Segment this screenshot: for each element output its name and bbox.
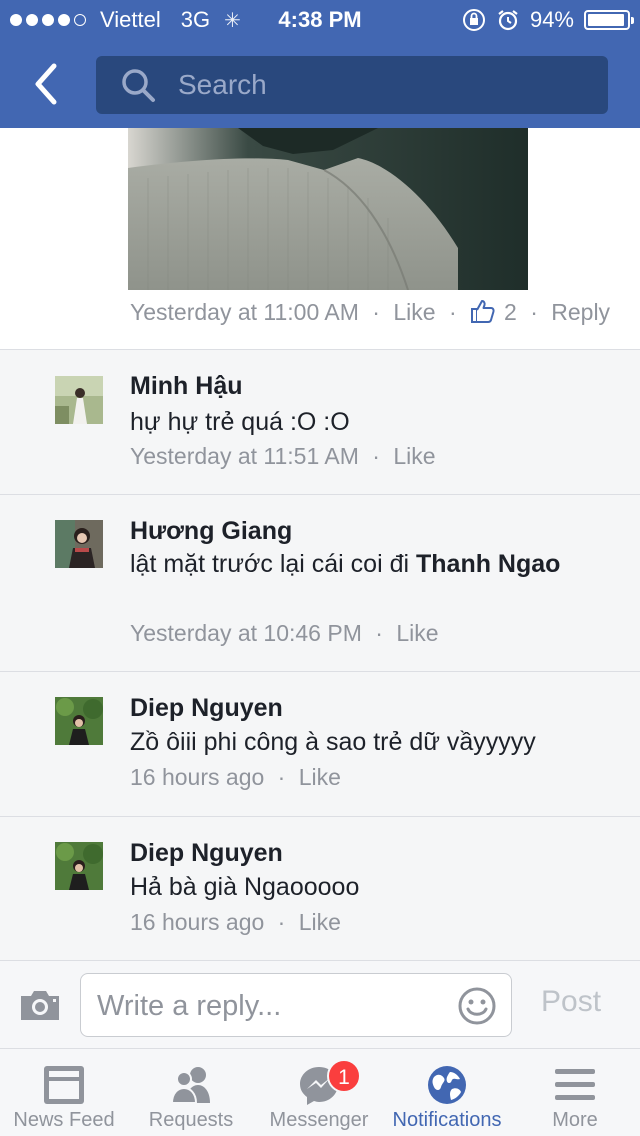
like-link[interactable]: Like xyxy=(393,299,435,325)
parent-comment-footer: Yesterday at 11:00 AM · Like · 2 · Reply xyxy=(0,128,640,350)
comment-timestamp: 16 hours ago xyxy=(130,909,265,935)
chevron-left-icon xyxy=(35,63,57,105)
back-button[interactable] xyxy=(26,58,66,110)
tab-label: News Feed xyxy=(13,1109,115,1131)
like-link[interactable]: Like xyxy=(299,764,341,790)
comment-timestamp: Yesterday at 11:51 AM xyxy=(130,443,359,469)
alarm-icon xyxy=(498,10,518,31)
avatar[interactable] xyxy=(55,697,103,745)
tab-label: More xyxy=(552,1109,598,1131)
comment-photo[interactable] xyxy=(128,128,528,290)
comment-timestamp: 16 hours ago xyxy=(130,764,265,790)
tab-messenger[interactable]: 1 Messenger xyxy=(255,1049,383,1136)
avatar[interactable] xyxy=(55,520,103,568)
camera-button[interactable] xyxy=(18,987,62,1023)
commenter-name[interactable]: Minh Hậu xyxy=(130,372,243,401)
camera-icon xyxy=(21,991,59,1020)
meta-separator: · xyxy=(277,764,286,790)
like-link[interactable]: Like xyxy=(396,620,438,646)
comment-meta: 16 hours ago · Like xyxy=(130,909,341,936)
tab-notifications[interactable]: Notifications xyxy=(383,1049,511,1136)
meta-separator: · xyxy=(530,299,538,325)
post-meta: Yesterday at 11:00 AM · Like · 2 · Reply xyxy=(130,298,610,326)
comment-text: Zồ ôiii phi công à sao trẻ dữ vầyyyyy xyxy=(130,728,536,756)
like-link[interactable]: Like xyxy=(299,909,341,935)
orientation-lock-icon xyxy=(462,9,485,31)
meta-separator: · xyxy=(372,299,380,325)
battery-icon xyxy=(584,10,634,30)
meta-separator: · xyxy=(372,443,380,469)
globe-icon xyxy=(428,1066,466,1104)
avatar[interactable] xyxy=(55,842,103,890)
commenter-name[interactable]: Hương Giang xyxy=(130,517,292,546)
commenter-name[interactable]: Diep Nguyen xyxy=(130,839,283,868)
meta-separator: · xyxy=(277,909,286,935)
reply-item: Diep Nguyen Hả bà già Ngaooooo 16 hours … xyxy=(0,817,640,960)
status-right: 94% xyxy=(462,7,634,33)
reply-input[interactable] xyxy=(97,986,447,1026)
tab-news-feed[interactable]: News Feed xyxy=(0,1049,128,1136)
avatar[interactable] xyxy=(55,376,103,424)
comment-meta: Yesterday at 11:51 AM · Like xyxy=(130,443,436,470)
news-feed-icon xyxy=(44,1066,84,1104)
unread-badge: 1 xyxy=(327,1059,361,1093)
battery-fill xyxy=(588,14,624,26)
top-bar: Viettel 3G ✳ 4:38 PM 94% xyxy=(0,0,640,128)
mention-link[interactable]: Thanh Ngao xyxy=(416,550,560,578)
status-bar: Viettel 3G ✳ 4:38 PM 94% xyxy=(0,0,640,40)
tab-requests[interactable]: Requests xyxy=(127,1049,255,1136)
tab-label: Messenger xyxy=(269,1109,369,1131)
menu-icon xyxy=(555,1069,595,1100)
comment-text: Hả bà già Ngaooooo xyxy=(130,873,360,901)
reply-item: Diep Nguyen Zồ ôiii phi công à sao trẻ d… xyxy=(0,672,640,817)
comment-meta: Yesterday at 10:46 PM · Like xyxy=(130,620,439,647)
friend-requests-icon xyxy=(170,1067,210,1104)
sweater-photo-image xyxy=(128,128,528,290)
reply-input-box[interactable] xyxy=(80,973,512,1037)
reply-item: Minh Hậu hự hự trẻ quá :O :O Yesterday a… xyxy=(0,350,640,495)
post-timestamp: Yesterday at 11:00 AM xyxy=(130,299,359,325)
like-link[interactable]: Like xyxy=(393,443,435,469)
meta-separator: · xyxy=(375,620,383,646)
comment-thread: Yesterday at 11:00 AM · Like · 2 · Reply… xyxy=(0,128,640,960)
comment-text-block: lật mặt trước lại cái coi đi Thanh Ngao xyxy=(130,548,570,580)
like-count[interactable]: 2 xyxy=(504,299,517,325)
tab-more[interactable]: More xyxy=(511,1049,639,1136)
search-box[interactable] xyxy=(96,56,608,114)
comment-text: lật mặt trước lại cái coi đi xyxy=(130,550,410,578)
commenter-name[interactable]: Diep Nguyen xyxy=(130,694,283,723)
comment-text: hự hự trẻ quá :O :O xyxy=(130,408,350,436)
search-input[interactable] xyxy=(178,66,578,104)
like-thumb-icon[interactable] xyxy=(470,298,496,324)
reply-composer: Post xyxy=(0,960,640,1048)
emoji-icon[interactable] xyxy=(457,986,497,1026)
tab-label: Requests xyxy=(148,1109,234,1131)
tab-bar: News Feed Requests 1 Messenger Notificat… xyxy=(0,1048,640,1136)
meta-separator: · xyxy=(448,299,457,325)
reply-item: Hương Giang lật mặt trước lại cái coi đi… xyxy=(0,495,640,672)
post-button[interactable]: Post xyxy=(541,985,601,1019)
search-icon xyxy=(122,69,155,102)
tab-label: Notifications xyxy=(392,1109,502,1131)
reply-link[interactable]: Reply xyxy=(551,299,610,325)
comment-meta: 16 hours ago · Like xyxy=(130,764,341,791)
comment-timestamp: Yesterday at 10:46 PM xyxy=(130,620,362,646)
battery-percent: 94% xyxy=(529,7,574,32)
